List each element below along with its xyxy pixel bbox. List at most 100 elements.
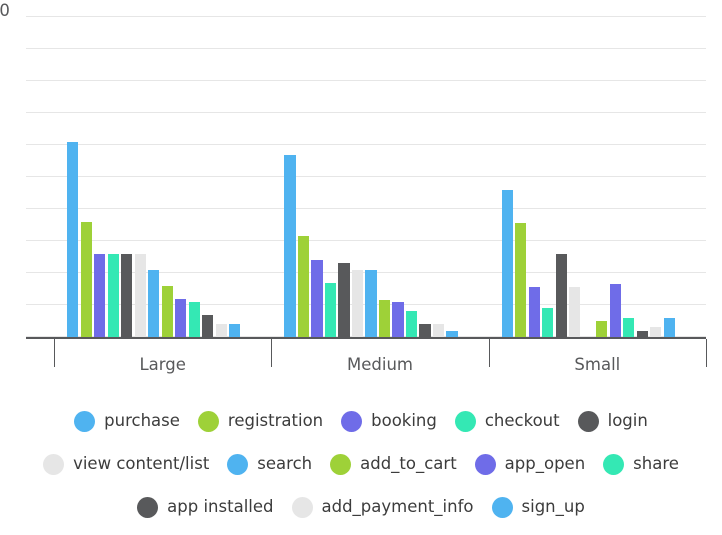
bar	[528, 287, 540, 337]
bar	[148, 269, 160, 337]
legend-label: registration	[227, 411, 324, 431]
bar	[121, 253, 133, 337]
legend-label: purchase	[104, 411, 180, 431]
bar	[515, 223, 527, 337]
legend-swatch-icon	[74, 411, 96, 432]
legend-item[interactable]: checkout	[454, 411, 560, 432]
y-gridline	[26, 80, 706, 81]
bar	[405, 311, 418, 337]
bar	[188, 301, 200, 337]
bar	[432, 324, 445, 337]
legend-item[interactable]: registration	[197, 411, 324, 432]
bar	[609, 284, 621, 337]
x-axis-category-label: Large	[139, 355, 186, 374]
legend-label: app installed	[167, 497, 274, 517]
bar	[175, 298, 187, 337]
chart-legend: purchase registration booking checkout login…	[0, 400, 722, 529]
y-gridline	[26, 112, 706, 113]
y-gridline	[26, 176, 706, 177]
legend-row: purchase registration booking checkout login	[0, 400, 722, 443]
y-gridline	[26, 48, 706, 49]
legend-item[interactable]: app_open	[474, 454, 586, 475]
bar	[215, 324, 227, 337]
bar	[297, 236, 310, 337]
y-axis-tick-label: 0	[0, 323, 22, 340]
bar	[229, 324, 241, 337]
y-axis-tick-label: 60	[0, 131, 22, 148]
bar	[338, 263, 350, 337]
x-axis-line	[26, 337, 706, 339]
legend-label: app_open	[504, 454, 586, 474]
legend-label: add_payment_info	[321, 497, 474, 517]
bar	[324, 282, 337, 337]
y-axis-tick-label: 80	[0, 67, 22, 84]
legend-swatch-icon	[603, 454, 625, 475]
legend-swatch-icon	[577, 411, 599, 432]
bar	[80, 221, 92, 337]
legend-item[interactable]: purchase	[74, 411, 180, 432]
legend-item[interactable]: app installed	[137, 497, 274, 518]
bar	[365, 269, 377, 337]
y-axis-tick-label: 10	[0, 291, 22, 308]
legend-label: view content/list	[73, 454, 210, 474]
bar	[67, 141, 79, 337]
bar	[107, 253, 119, 337]
legend-swatch-icon	[330, 454, 352, 475]
bar	[134, 253, 146, 337]
legend-item[interactable]: login	[577, 411, 648, 432]
x-axis-category-tick	[706, 339, 707, 367]
bar	[419, 324, 431, 337]
bar	[542, 308, 554, 337]
bar	[650, 327, 662, 337]
legend-item[interactable]: share	[603, 454, 679, 475]
y-axis-tick-label: 100	[0, 1, 11, 20]
legend-swatch-icon	[197, 411, 219, 432]
legend-swatch-icon	[291, 497, 313, 518]
bar	[392, 301, 404, 337]
legend-swatch-icon	[491, 497, 513, 518]
x-axis-category-label: Small	[574, 355, 621, 374]
legend-item[interactable]: sign_up	[491, 497, 585, 518]
bar	[569, 287, 581, 337]
y-axis-tick-label: 70	[0, 99, 22, 116]
bar	[202, 314, 214, 337]
legend-item[interactable]: booking	[341, 411, 437, 432]
legend-item[interactable]: view content/list	[43, 454, 209, 475]
legend-item[interactable]: search	[227, 454, 312, 475]
y-axis-tick-label: 20	[0, 259, 22, 276]
legend-swatch-icon	[227, 454, 249, 475]
legend-swatch-icon	[43, 454, 65, 475]
legend-label: search	[257, 454, 313, 474]
legend-label: checkout	[484, 411, 560, 431]
y-axis-tick-label: 40	[0, 195, 22, 212]
plot-area: 1009080706050403020100LargeMediumSmall	[0, 0, 722, 395]
bar	[623, 317, 635, 337]
legend-item[interactable]: add_to_cart	[330, 454, 457, 475]
bar	[636, 330, 648, 337]
legend-swatch-icon	[137, 497, 159, 518]
bar	[284, 154, 296, 337]
legend-label: share	[633, 454, 679, 474]
bar-chart: 1009080706050403020100LargeMediumSmall p…	[0, 0, 722, 535]
bar	[161, 285, 173, 337]
legend-item[interactable]: add_payment_info	[291, 497, 474, 518]
y-axis-tick-label: 90	[0, 35, 22, 52]
y-gridline	[26, 208, 706, 209]
legend-label: login	[607, 411, 648, 431]
legend-row: app installed add_payment_info sign_up	[0, 486, 722, 529]
bar	[663, 317, 675, 337]
legend-swatch-icon	[474, 454, 496, 475]
y-axis-tick-label: 30	[0, 227, 22, 244]
legend-label: add_to_cart	[360, 454, 457, 474]
y-axis-tick-label: 50	[0, 163, 22, 180]
legend-row: view content/list search add_to_cart app_op…	[0, 443, 722, 486]
y-gridline	[26, 240, 706, 241]
legend-swatch-icon	[454, 411, 476, 432]
bar	[555, 253, 567, 337]
bar	[311, 260, 323, 337]
y-gridline	[26, 16, 706, 17]
bar	[596, 321, 608, 337]
bar	[446, 330, 458, 337]
bar	[94, 253, 106, 337]
x-axis-category-label: Medium	[347, 355, 413, 374]
